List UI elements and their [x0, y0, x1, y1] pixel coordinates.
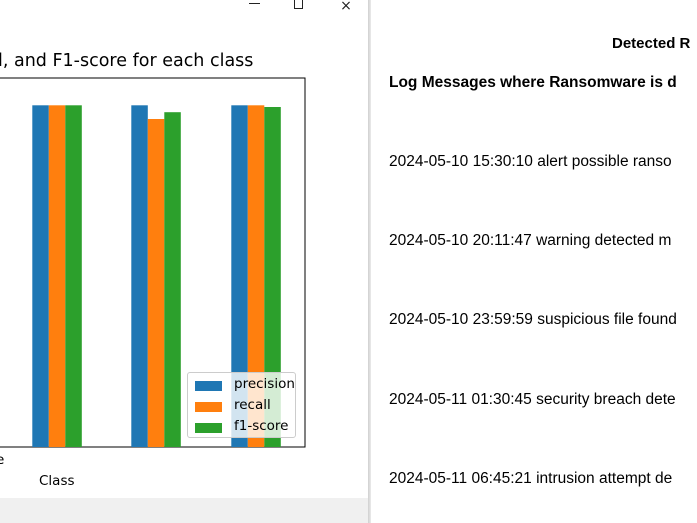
bar-f1-score-1 — [164, 112, 181, 447]
bar-precision-1 — [131, 105, 148, 448]
log-message: 2024-05-10 15:30:10 alert possible ranso — [389, 153, 672, 170]
legend-swatch-recall — [195, 402, 222, 412]
legend-label-precision: precision — [234, 376, 295, 392]
bar-chart — [0, 77, 306, 448]
bar-f1-score-0 — [65, 105, 82, 448]
chart-legend: precision recall f1-score — [187, 372, 296, 438]
report-title: Detected R — [612, 35, 691, 52]
legend-label-recall: recall — [234, 397, 271, 413]
legend-swatch-f1-score — [195, 423, 222, 433]
y-tick-label-partial: e — [0, 452, 5, 468]
legend-item-precision: precision — [192, 376, 296, 394]
report-subtitle: Log Messages where Ransomware is d — [389, 74, 677, 91]
report-window: Detected R Log Messages where Ransomware… — [371, 0, 697, 523]
plot-window: × l, and F1-score for each class e Class… — [0, 0, 368, 523]
log-message: 2024-05-11 06:45:21 intrusion attempt de — [389, 470, 673, 487]
bar-recall-1 — [147, 119, 165, 447]
legend-label-f1-score: f1-score — [234, 418, 289, 434]
x-axis-label: Class — [39, 473, 75, 489]
bar-recall-0 — [48, 105, 66, 448]
log-message: 2024-05-10 20:11:47 warning detected m — [389, 232, 672, 249]
log-message: 2024-05-11 01:30:45 security breach dete — [389, 391, 676, 408]
log-message: 2024-05-10 23:59:59 suspicious file foun… — [389, 311, 677, 328]
bar-precision-0 — [32, 105, 49, 448]
legend-item-f1-score: f1-score — [192, 418, 296, 436]
legend-swatch-precision — [195, 381, 222, 391]
legend-item-recall: recall — [192, 397, 296, 415]
